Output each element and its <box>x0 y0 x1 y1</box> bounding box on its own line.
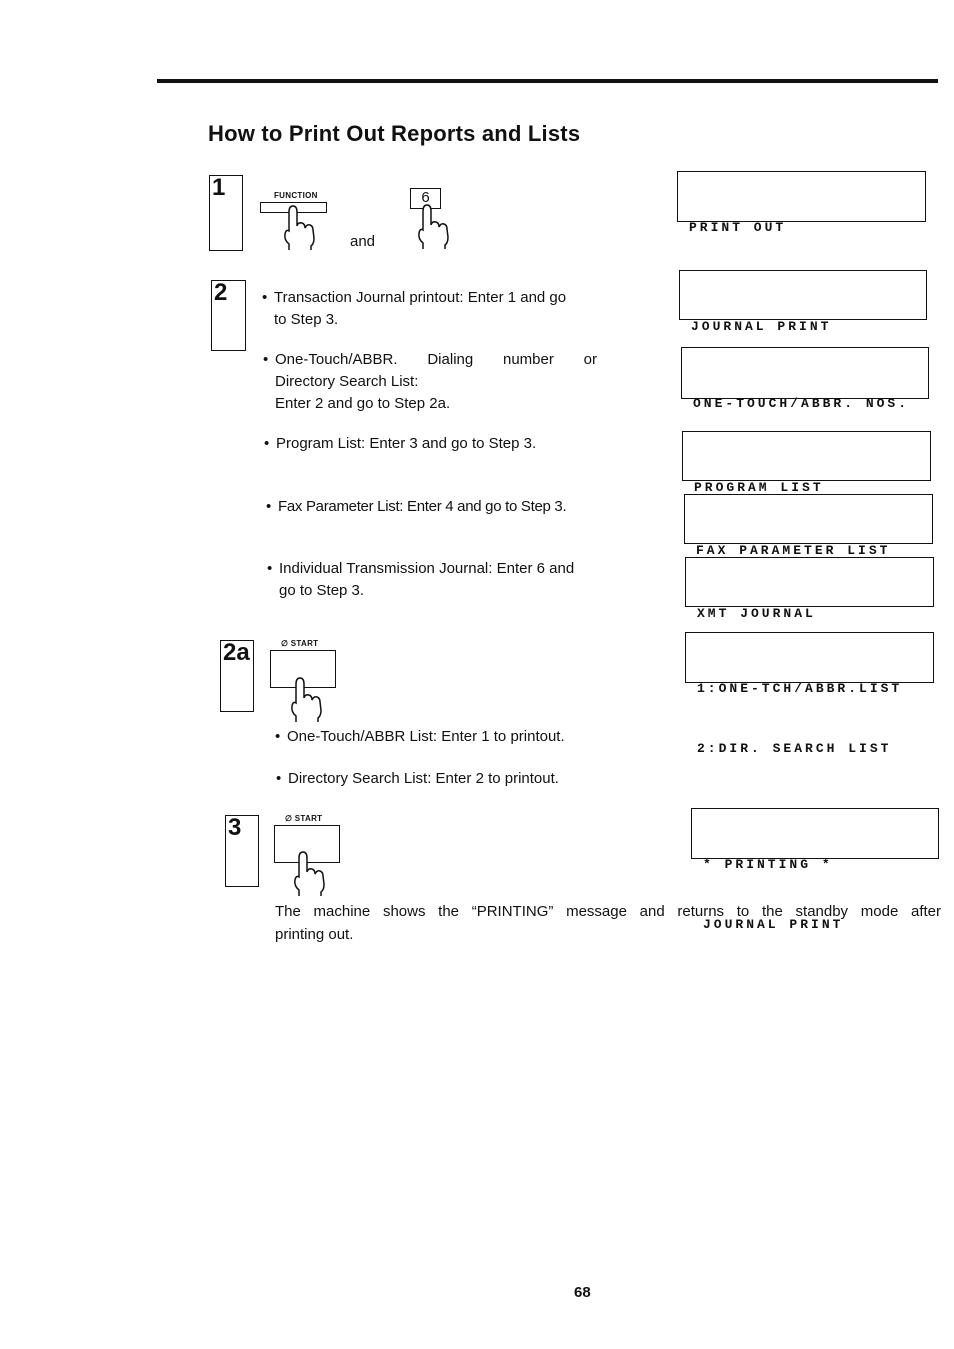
step-3-marker: 3 <box>225 815 259 887</box>
lcd-display-list-select: 1:ONE-TCH/ABBR.LIST 2:DIR. SEARCH LIST <box>685 632 934 756</box>
page-title: How to Print Out Reports and Lists <box>208 121 581 146</box>
option-one-touch-abbr: • One-Touch/ABBR. Dialing number or Direc… <box>263 351 597 412</box>
header-rule <box>157 79 938 83</box>
step-2a-number: 2a <box>223 639 250 666</box>
lcd-line: * PRINTING * <box>703 857 833 872</box>
option-xmt-journal: • Individual Transmission Journal: Enter … <box>267 560 575 599</box>
option-transaction-journal: • Transaction Journal printout: Enter 1 a… <box>262 289 567 328</box>
option-one-touch-abbr-list: • One-Touch/ABBR List: Enter 1 to printou… <box>275 728 565 745</box>
function-key-label: FUNCTION <box>274 191 318 200</box>
lcd-display-one-touch-abbr-nos: ONE-TOUCH/ABBR. NOS. <box>681 347 929 411</box>
step-2-marker: 2 <box>211 280 246 351</box>
lcd-display-print-out: PRINT OUT NO. = ▌ <box>677 171 926 295</box>
page-number: 68 <box>574 1284 591 1301</box>
start-key-label: ∅ START <box>285 814 323 823</box>
pointing-hand-icon <box>294 851 325 896</box>
step-2a-marker: 2a <box>220 640 254 712</box>
step-1-number: 1 <box>212 174 226 201</box>
lcd-line: 2:DIR. SEARCH LIST <box>697 741 892 756</box>
start-key-label: ∅ START <box>281 639 319 648</box>
pointing-hand-icon <box>291 677 322 722</box>
lcd-display-program-list: PROGRAM LIST <box>682 431 931 495</box>
step-2-number: 2 <box>214 279 228 306</box>
and-connector: and <box>350 233 376 250</box>
lcd-line: JOURNAL PRINT <box>691 319 832 334</box>
pointing-hand-icon <box>418 204 449 249</box>
lcd-display-xmt-journal: XMT JOURNAL <box>685 557 934 621</box>
step-3-description: The machine shows the “PRINTING” message… <box>275 903 941 943</box>
option-program-list: • Program List: Enter 3 and go to Step 3. <box>264 435 537 452</box>
option-directory-search-list: • Directory Search List: Enter 2 to print… <box>276 770 559 787</box>
lcd-line: PRINT OUT <box>689 220 787 235</box>
pointing-hand-icon <box>284 205 315 250</box>
lcd-line: 1:ONE-TCH/ABBR.LIST <box>697 681 903 696</box>
lcd-display-printing: * PRINTING * JOURNAL PRINT <box>691 808 939 932</box>
lcd-line: ONE-TOUCH/ABBR. NOS. <box>693 396 910 411</box>
lcd-display-journal-print: JOURNAL PRINT <box>679 270 927 334</box>
step-1-marker: 1 <box>209 175 243 251</box>
lcd-display-fax-parameter-list: FAX PARAMETER LIST <box>684 494 933 558</box>
option-fax-parameter-list: • Fax Parameter List: Enter 4 and go to S… <box>266 498 567 515</box>
step-3-number: 3 <box>228 814 242 841</box>
lcd-line: XMT JOURNAL <box>697 606 816 621</box>
